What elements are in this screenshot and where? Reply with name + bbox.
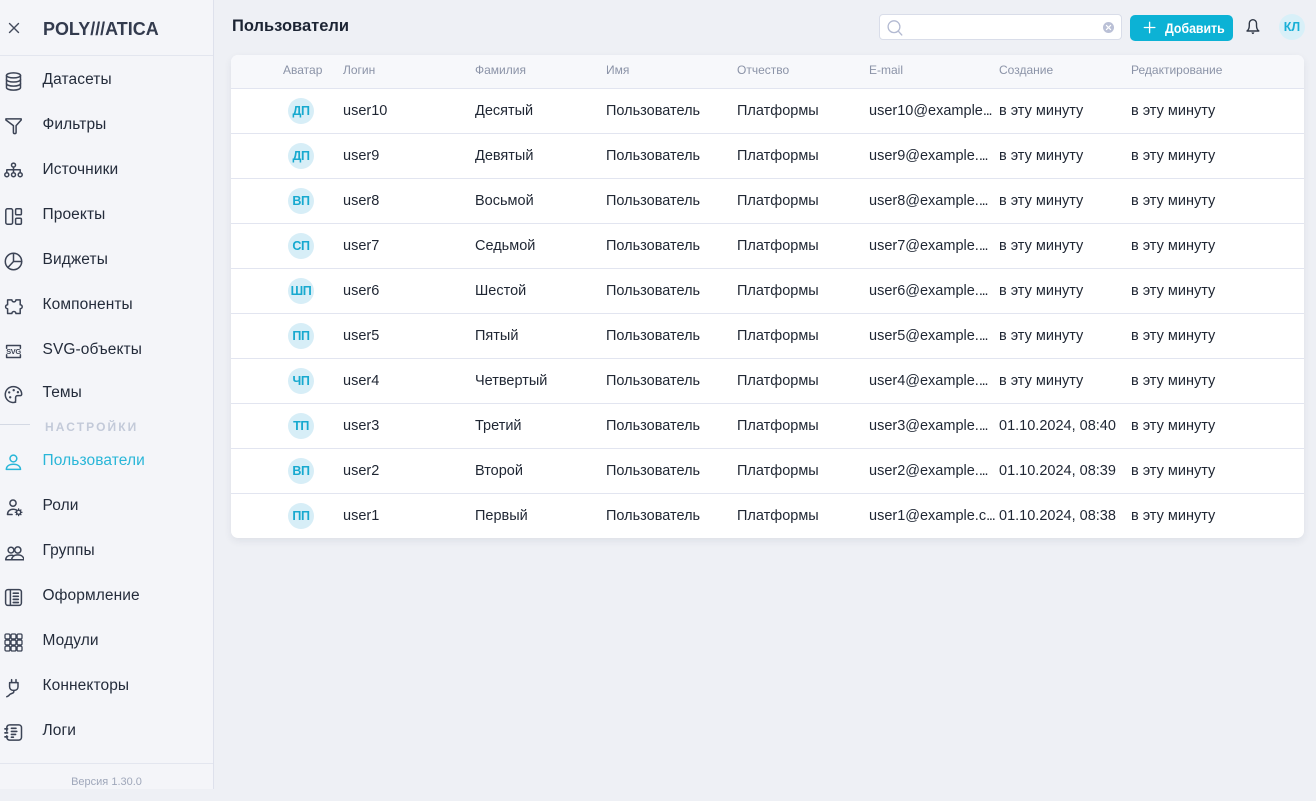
svg-text:SVG: SVG (6, 347, 21, 356)
